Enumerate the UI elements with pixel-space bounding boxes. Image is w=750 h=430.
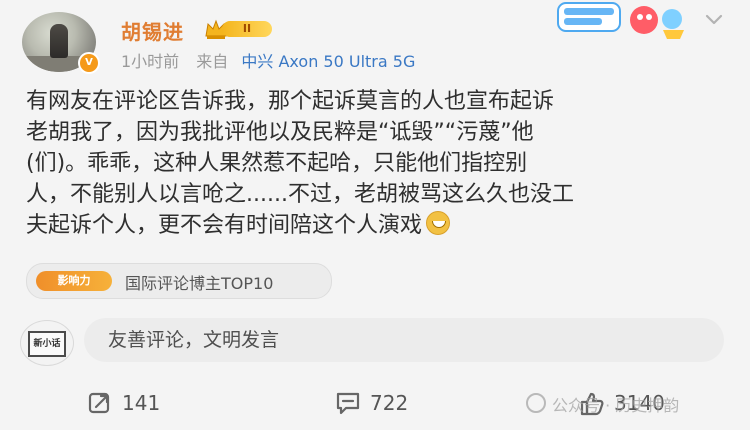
commenter-avatar[interactable]: 新小话 (20, 320, 74, 366)
comment-button[interactable]: 722 (334, 388, 408, 418)
influence-label: 影响力 (36, 271, 112, 291)
post-meta: 1小时前 来自 中兴 Axon 50 Ultra 5G (121, 48, 415, 72)
avatar-person-figure (50, 24, 68, 58)
post-content: 有网友在评论区告诉我，那个起诉莫言的人也宣布起诉 老胡我了，因为我批评他以及民粹… (26, 86, 726, 241)
grin-emoji-icon (426, 211, 451, 235)
comment-icon (336, 392, 360, 415)
influence-tag[interactable]: 影响力 国际评论博主TOP10 (26, 263, 332, 299)
commenter-avatar-text: 新小话 (28, 331, 66, 357)
content-line-last: 夫起诉个人，更不会有时间陪这个人演戏 (26, 210, 726, 241)
watermark-text: 公众号 · 历史押韵 (552, 396, 680, 415)
influence-text: 国际评论博主TOP10 (125, 274, 274, 293)
device-name[interactable]: 中兴 Axon 50 Ultra 5G (241, 52, 415, 71)
vip-level: II (222, 21, 272, 37)
content-line: 老胡我了，因为我批评他以及民粹是“诋毁”“污蔑”他 (26, 120, 534, 145)
content-line: (们)。乖乖，这种人果然惹不起哈，只能他们指控别 (26, 151, 528, 176)
wechat-icon (526, 393, 546, 413)
watermark: 公众号 · 历史押韵 (526, 392, 679, 416)
comment-count: 722 (370, 391, 409, 415)
username[interactable]: 胡锡进 (121, 16, 184, 45)
decorative-sticker-icon (557, 2, 684, 39)
content-line: 有网友在评论区告诉我，那个起诉莫言的人也宣布起诉 (26, 89, 555, 114)
source-prefix: 来自 (196, 52, 229, 71)
forward-button[interactable]: 141 (86, 388, 160, 418)
verified-badge: V (78, 52, 100, 74)
comment-input[interactable] (84, 318, 724, 362)
vip-badge[interactable]: II (204, 18, 274, 40)
content-line-text: 夫起诉个人，更不会有时间陪这个人演戏 (26, 213, 423, 238)
post-time: 1小时前 (121, 52, 180, 71)
content-line: 人，不能别人以言呛之......不过，老胡被骂这么久也没工 (26, 182, 574, 207)
chevron-down-icon[interactable] (704, 10, 724, 28)
forward-icon (88, 392, 110, 414)
forward-count: 141 (122, 391, 161, 415)
weibo-post-card: V 胡锡进 II 1小时前 来自 中兴 Axon 50 Ultra 5G 有网友… (0, 0, 750, 430)
comment-row: 新小话 (20, 318, 728, 366)
